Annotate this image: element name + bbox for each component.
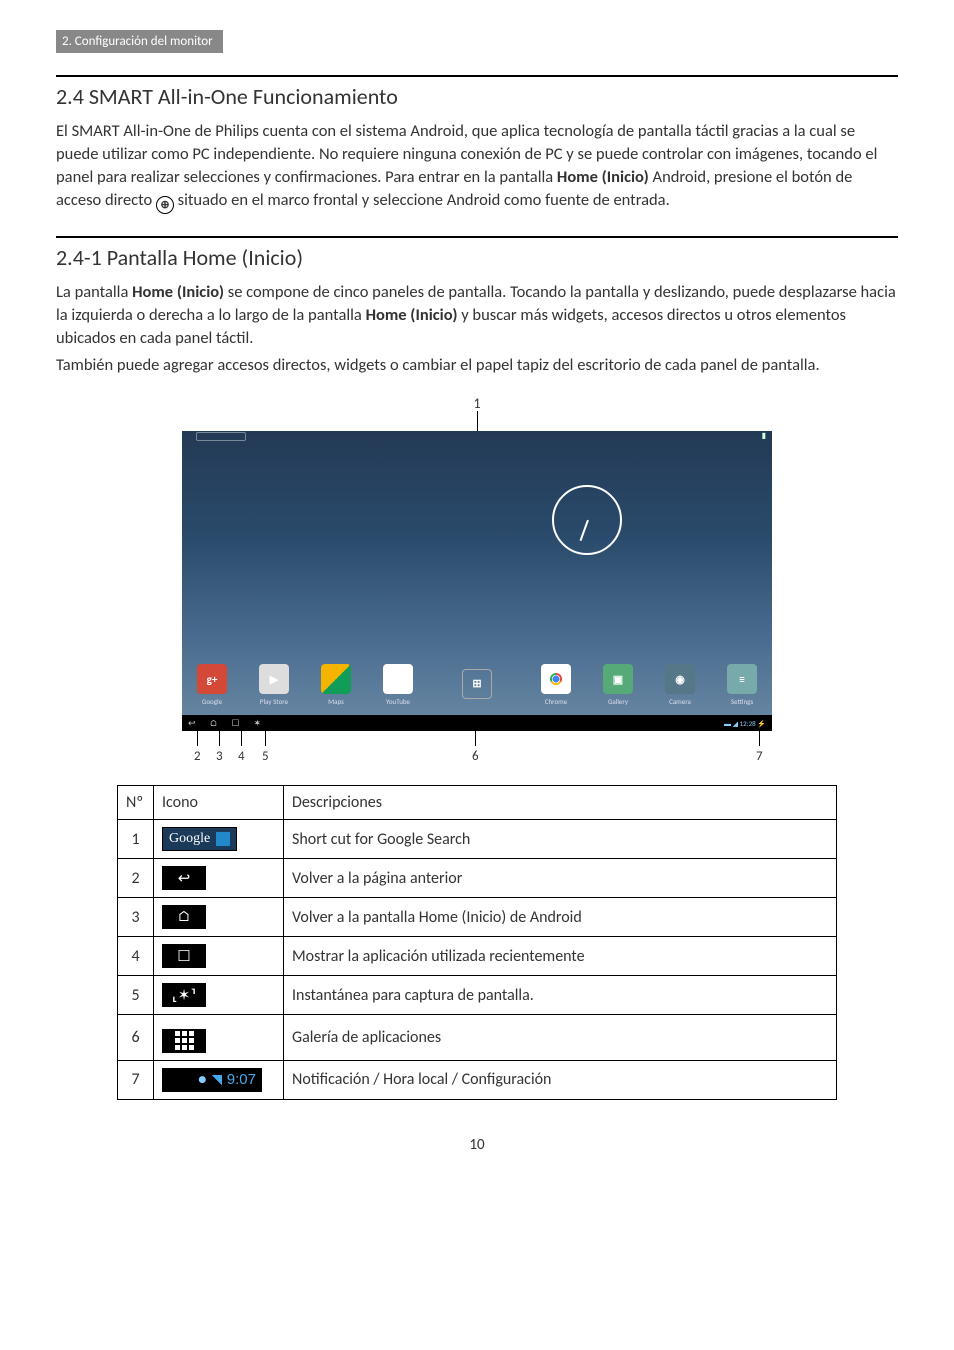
chapter-tab: 2. Configuración del monitor <box>56 30 223 53</box>
recent-apps-icon: ☐ <box>162 944 206 968</box>
row-num: 3 <box>118 898 154 937</box>
callout-4: 4 <box>238 749 245 764</box>
app-google[interactable]: g+Google <box>190 664 234 706</box>
nav-status-area[interactable]: ▬ ◢ 12:28 ⚡ <box>724 719 766 728</box>
app-settings[interactable]: ≡Settings <box>720 664 764 706</box>
section-2-4-title: 2.4 SMART All-in-One Funcionamiento <box>56 83 898 110</box>
callout-label: 1 <box>473 395 480 412</box>
callout-5: 5 <box>262 749 269 764</box>
callout-2: 2 <box>194 749 201 764</box>
row-icon <box>154 1015 284 1061</box>
home-bold: Home (Inicio) <box>366 305 458 325</box>
nav-screenshot-icon[interactable]: ✶ <box>254 718 262 729</box>
app-dock: g+Google ▶Play Store Maps YouTubeYouTube… <box>182 655 772 715</box>
nav-home-icon[interactable]: ⌂ <box>210 718 218 729</box>
table-row: 6 Galería de aplicaciones <box>118 1015 837 1061</box>
row-desc: Notificación / Hora local / Configuració… <box>284 1060 837 1099</box>
row-icon: ⌂ <box>154 898 284 937</box>
col-desc: Descripciones <box>284 786 837 820</box>
android-home-screenshot: ▮ g+Google ▶Play Store Maps YouTubeYouTu… <box>182 431 772 731</box>
rule <box>56 75 898 77</box>
table-row: 3 ⌂ Volver a la pantalla Home (Inicio) d… <box>118 898 837 937</box>
section-2-4-para: El SMART All-in-One de Philips cuenta co… <box>56 120 898 214</box>
row-num: 6 <box>118 1015 154 1061</box>
app-playstore[interactable]: ▶Play Store <box>252 664 296 706</box>
row-icon: Google <box>154 820 284 859</box>
page-number: 10 <box>56 1136 898 1154</box>
section-2-4-1-title: 2.4-1 Pantalla Home (Inicio) <box>56 244 898 271</box>
callout-6: 6 <box>472 749 479 764</box>
rule <box>56 236 898 238</box>
app-maps[interactable]: Maps <box>314 664 358 706</box>
back-icon: ↩ <box>162 866 206 890</box>
app-camera[interactable]: ◉Camera <box>658 664 702 706</box>
row-num: 5 <box>118 976 154 1015</box>
table-header-row: Nº Icono Descripciones <box>118 786 837 820</box>
col-icon: Icono <box>154 786 284 820</box>
section-2-4-1-para2: También puede agregar accesos directos, … <box>56 354 898 377</box>
row-num: 1 <box>118 820 154 859</box>
status-area-icon: ●9:07 <box>162 1068 262 1092</box>
nav-recent-icon[interactable]: ☐ <box>231 718 239 729</box>
row-desc: Mostrar la aplicación utilizada reciente… <box>284 937 837 976</box>
row-num: 7 <box>118 1060 154 1099</box>
analog-clock-widget[interactable] <box>552 485 622 555</box>
home-screen-figure: 1 ▮ g+Google ▶Play Store Maps YouTubeYou… <box>182 395 772 771</box>
row-desc: Volver a la página anterior <box>284 859 837 898</box>
google-search-pill[interactable] <box>196 432 246 441</box>
row-icon: ↩ <box>154 859 284 898</box>
row-desc: Instantánea para captura de pantalla. <box>284 976 837 1015</box>
apps-grid-icon <box>162 1029 206 1053</box>
callout-3: 3 <box>216 749 223 764</box>
google-search-icon: Google <box>162 827 237 851</box>
android-statusbar: ▮ <box>182 431 772 445</box>
bottom-callouts: 2 3 4 5 6 7 <box>182 731 772 771</box>
android-navbar: ↩ ⌂ ☐ ✶ ▬ ◢ 12:28 ⚡ <box>182 715 772 731</box>
row-icon: ●9:07 <box>154 1060 284 1099</box>
table-row: 4 ☐ Mostrar la aplicación utilizada reci… <box>118 937 837 976</box>
row-num: 2 <box>118 859 154 898</box>
row-icon: ☐ <box>154 937 284 976</box>
table-row: 7 ●9:07 Notificación / Hora local / Conf… <box>118 1060 837 1099</box>
row-desc: Short cut for Google Search <box>284 820 837 859</box>
callout-1: 1 <box>182 395 772 431</box>
callout-7: 7 <box>756 749 763 764</box>
row-num: 4 <box>118 937 154 976</box>
screenshot-icon: ⸤✶⸣ <box>162 983 206 1007</box>
app-youtube[interactable]: YouTubeYouTube <box>376 664 420 706</box>
row-icon: ⸤✶⸣ <box>154 976 284 1015</box>
icon-description-table: Nº Icono Descripciones 1 Google Short cu… <box>117 785 837 1100</box>
text: La pantalla <box>56 282 132 302</box>
text: situado en el marco frontal y seleccione… <box>174 190 670 210</box>
all-apps-button[interactable]: ⊞ <box>455 669 499 702</box>
section-2-4-1-para1: La pantalla Home (Inicio) se compone de … <box>56 281 898 350</box>
col-num: Nº <box>118 786 154 820</box>
home-bold: Home (Inicio) <box>132 282 224 302</box>
row-desc: Galería de aplicaciones <box>284 1015 837 1061</box>
table-row: 2 ↩ Volver a la página anterior <box>118 859 837 898</box>
status-icons: ▮ <box>762 431 766 445</box>
wallpaper-area[interactable] <box>182 445 772 655</box>
nav-back-icon[interactable]: ↩ <box>188 718 196 729</box>
app-gallery[interactable]: ▣Gallery <box>596 664 640 706</box>
table-row: 1 Google Short cut for Google Search <box>118 820 837 859</box>
table-row: 5 ⸤✶⸣ Instantánea para captura de pantal… <box>118 976 837 1015</box>
home-icon: ⌂ <box>162 905 206 929</box>
input-source-icon: ⊕ <box>156 196 174 214</box>
row-desc: Volver a la pantalla Home (Inicio) de An… <box>284 898 837 937</box>
home-bold: Home (Inicio) <box>557 167 649 187</box>
app-chrome[interactable]: Chrome <box>534 664 578 706</box>
mic-icon <box>216 832 230 846</box>
